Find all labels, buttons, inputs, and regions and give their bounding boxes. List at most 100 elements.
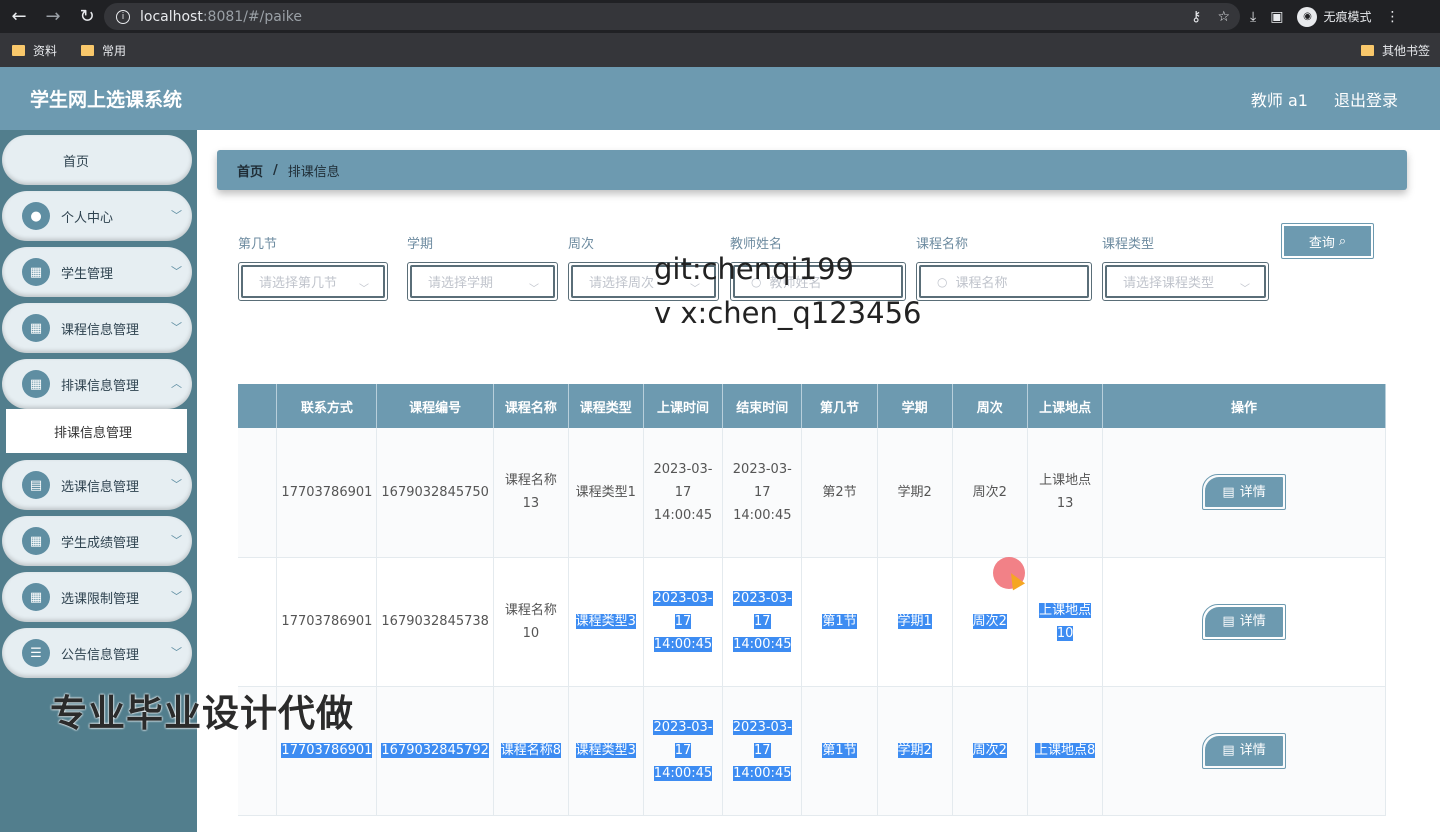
cell-actions: ▤ 详情	[1102, 428, 1386, 558]
cell-phone: 17703786901	[276, 557, 378, 687]
site-info-icon[interactable]: i	[116, 9, 130, 24]
star-icon[interactable]: ☆	[1217, 9, 1230, 25]
term-select[interactable]: 请选择学期 ﹀	[407, 262, 558, 301]
submenu-item-schedule[interactable]: 排课信息管理	[6, 409, 187, 453]
column-header[interactable]: 课程编号	[376, 384, 494, 428]
briefcase-icon: ▤	[22, 471, 50, 499]
breadcrumb: 首页 / 排课信息	[217, 150, 1407, 190]
cell-name: 课程名称10	[493, 557, 569, 687]
cell-term: 学期1	[877, 557, 953, 687]
cell-week-text: 周次2	[972, 743, 1007, 758]
filter-label-type: 课程类型	[1102, 237, 1155, 252]
sidebar-item-home[interactable]: 首页	[2, 135, 192, 185]
bookmark-folder[interactable]: 资料	[12, 42, 57, 59]
course-placeholder: 课程名称	[955, 276, 1008, 291]
sidebar-item-courses[interactable]: ▦ 课程信息管理 ﹀	[2, 303, 192, 353]
bookmark-folder[interactable]: 常用	[81, 42, 126, 59]
column-header[interactable]: 学期	[877, 384, 953, 428]
grid-icon: ▦	[22, 527, 50, 555]
logout-link[interactable]: 退出登录	[1334, 87, 1398, 111]
cell-period-text: 第1节	[822, 614, 857, 629]
column-header: 操作	[1102, 384, 1386, 428]
cell-start-text: 2023-03-17 14:00:45	[653, 720, 713, 781]
filter-label-week: 周次	[568, 237, 595, 252]
filter-label-course: 课程名称	[916, 237, 969, 252]
table-row[interactable]: 17703786901 1679032845750 课程名称13 课程类型1 2…	[238, 428, 1386, 558]
sidebar-item-schedule[interactable]: ▦ 排课信息管理 ︿	[2, 359, 192, 409]
document-icon: ▤	[1222, 614, 1235, 629]
period-placeholder: 请选择第几节	[259, 276, 338, 291]
detail-label: 详情	[1239, 743, 1266, 758]
detail-button[interactable]: ▤ 详情	[1202, 474, 1287, 511]
sidebar-item-grades[interactable]: ▦ 学生成绩管理 ﹀	[2, 516, 192, 566]
chevron-down-icon: ﹀	[359, 284, 369, 295]
sidebar-item-personal[interactable]: ● 个人中心 ﹀	[2, 191, 192, 241]
column-header[interactable]: 周次	[952, 384, 1029, 428]
row-checkbox-cell[interactable]	[238, 428, 278, 558]
column-header[interactable]: 上课时间	[643, 384, 724, 428]
cell-name-text: 课程名称10	[504, 602, 557, 641]
sidebar-item-label: 课程信息管理	[61, 322, 140, 338]
cell-period: 第2节	[801, 428, 878, 558]
cell-period: 第1节	[801, 557, 878, 687]
sidebar-item-label: 个人中心	[61, 210, 114, 226]
bookmark-label: 常用	[102, 43, 127, 58]
reload-icon[interactable]: ↻	[72, 2, 102, 32]
column-header[interactable]: 结束时间	[722, 384, 803, 428]
cell-end-text: 2023-03-17 14:00:45	[732, 591, 792, 652]
course-name-input[interactable]: ○ 课程名称	[916, 262, 1092, 301]
cell-place: 上课地点10	[1027, 557, 1104, 687]
query-label: 查询	[1308, 235, 1335, 251]
breadcrumb-home[interactable]: 首页	[237, 161, 263, 180]
column-header	[238, 384, 278, 428]
search-icon: ⌕	[1338, 233, 1347, 249]
download-icon[interactable]: ⤓	[1250, 9, 1256, 25]
column-header[interactable]: 第几节	[801, 384, 878, 428]
folder-icon	[81, 44, 95, 56]
table-row[interactable]: 17703786901 1679032845792 课程名称8 课程类型3 20…	[238, 686, 1386, 816]
forward-arrow-icon[interactable]: →	[38, 2, 68, 32]
week-placeholder: 请选择周次	[589, 276, 655, 291]
query-button[interactable]: 查询 ⌕	[1281, 223, 1374, 259]
menu-kebab-icon[interactable]: ⋮	[1385, 9, 1399, 25]
watermark-text: git:chenqi199 v x:chen_q123456	[654, 247, 921, 335]
cell-phone: 17703786901	[276, 428, 378, 558]
grid-icon: ▦	[22, 370, 50, 398]
breadcrumb-separator: /	[273, 162, 278, 178]
cell-period-text: 第1节	[822, 743, 857, 758]
incognito-indicator[interactable]: ◉ 无痕模式	[1297, 6, 1372, 27]
breadcrumb-current: 排课信息	[287, 164, 340, 180]
detail-button[interactable]: ▤ 详情	[1202, 732, 1287, 769]
app-header: 学生网上选课系统 教师 a1 退出登录	[0, 67, 1440, 130]
row-checkbox-cell[interactable]	[238, 557, 278, 687]
column-header[interactable]: 课程名称	[493, 384, 569, 428]
table-row[interactable]: 17703786901 1679032845738 课程名称10 课程类型3 2…	[238, 557, 1386, 687]
incognito-label: 无痕模式	[1323, 10, 1372, 24]
sidepanel-icon[interactable]: ▣	[1270, 9, 1283, 25]
cell-term-text: 学期1	[897, 614, 932, 629]
other-bookmarks-label: 其他书签	[1381, 43, 1430, 58]
detail-button[interactable]: ▤ 详情	[1202, 603, 1287, 640]
type-select[interactable]: 请选择课程类型 ﹀	[1102, 262, 1269, 301]
other-bookmarks[interactable]: 其他书签	[1360, 33, 1430, 67]
back-arrow-icon[interactable]: ←	[4, 2, 34, 32]
sidebar-item-selection[interactable]: ▤ 选课信息管理 ﹀	[2, 460, 192, 510]
key-icon[interactable]: ⚷	[1191, 9, 1201, 25]
search-icon: ○	[937, 274, 948, 289]
list-icon: ☰	[22, 639, 50, 667]
cell-start: 2023-03-17 14:00:45	[643, 428, 724, 558]
sidebar-item-limits[interactable]: ▦ 选课限制管理 ﹀	[2, 572, 192, 622]
cell-code: 1679032845792	[376, 686, 494, 816]
watermark-line: git:chenqi199	[654, 252, 854, 286]
column-header[interactable]: 联系方式	[276, 384, 378, 428]
address-bar[interactable]: i localhost:8081/#/paike ⚷ ☆	[104, 3, 1240, 30]
grid-icon: ▦	[22, 314, 50, 342]
sidebar-item-students[interactable]: ▦ 学生管理 ﹀	[2, 247, 192, 297]
column-header[interactable]: 课程类型	[568, 384, 644, 428]
column-header[interactable]: 上课地点	[1027, 384, 1104, 428]
grid-icon: ▦	[22, 583, 50, 611]
cell-week-text: 周次2	[972, 614, 1007, 629]
period-select[interactable]: 请选择第几节 ﹀	[238, 262, 388, 301]
sidebar-item-notices[interactable]: ☰ 公告信息管理 ﹀	[2, 628, 192, 678]
cell-code: 1679032845750	[376, 428, 494, 558]
